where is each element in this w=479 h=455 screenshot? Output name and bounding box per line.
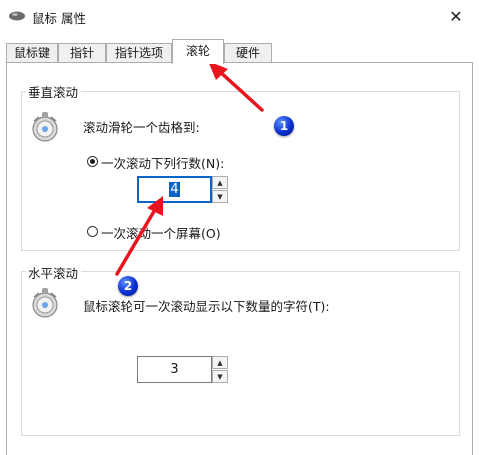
wheel-icon — [32, 288, 58, 318]
chars-value: 3 — [170, 362, 179, 377]
radio-scroll-screen[interactable] — [87, 226, 98, 237]
tab-buttons[interactable]: 鼠标键 — [6, 43, 58, 63]
lines-spin-input[interactable]: 4 — [137, 176, 212, 203]
tab-pointer-options[interactable]: 指针选项 — [106, 43, 172, 63]
tab-strip: 鼠标键 指针 指针选项 滚轮 硬件 — [6, 39, 474, 64]
annotation-badge-2: 2 — [118, 276, 138, 296]
radio-scroll-lines[interactable] — [87, 156, 98, 167]
arrow-up-icon: ▲ — [217, 178, 223, 187]
tab-hardware[interactable]: 硬件 — [224, 43, 272, 63]
vertical-scroll-title: 垂直滚动 — [26, 82, 82, 101]
lines-increment-button[interactable]: ▲ — [212, 176, 228, 189]
tab-wheel[interactable]: 滚轮 — [172, 39, 224, 64]
radio-scroll-screen-label: 一次滚动一个屏幕(O) — [101, 226, 221, 241]
horizontal-scroll-title: 水平滚动 — [26, 263, 82, 282]
chars-increment-button[interactable]: ▲ — [212, 356, 228, 369]
title-bar: 鼠标 属性 ✕ — [0, 0, 479, 32]
tab-pointers[interactable]: 指针 — [58, 43, 106, 63]
chars-spin-input[interactable]: 3 — [137, 356, 212, 383]
mouse-icon — [9, 11, 25, 21]
lines-spinner: ▲ ▼ — [212, 176, 228, 203]
window-title: 鼠标 属性 — [32, 11, 86, 26]
arrow-down-icon: ▼ — [217, 372, 223, 381]
vertical-scroll-description: 滚动滑轮一个齿格到: — [83, 120, 200, 135]
lines-decrement-button[interactable]: ▼ — [212, 190, 228, 203]
arrow-down-icon: ▼ — [217, 192, 223, 201]
tab-panel-wheel: 垂直滚动 滚动滑轮一个齿格到: 一次滚动下列行数(N): 4 ▲ ▼ 一次滚动一… — [6, 62, 473, 455]
radio-scroll-lines-label: 一次滚动下列行数(N): — [101, 156, 225, 171]
chars-spinner: ▲ ▼ — [212, 356, 228, 383]
annotation-badge-1: 1 — [274, 116, 294, 136]
wheel-icon — [32, 112, 58, 142]
close-icon: ✕ — [449, 6, 463, 26]
close-button[interactable]: ✕ — [433, 0, 479, 32]
chars-decrement-button[interactable]: ▼ — [212, 370, 228, 383]
vertical-scroll-group — [21, 91, 460, 251]
horizontal-scroll-description: 鼠标滚轮可一次滚动显示以下数量的字符(T): — [83, 299, 330, 314]
arrow-up-icon: ▲ — [217, 358, 223, 367]
lines-value: 4 — [169, 182, 180, 197]
